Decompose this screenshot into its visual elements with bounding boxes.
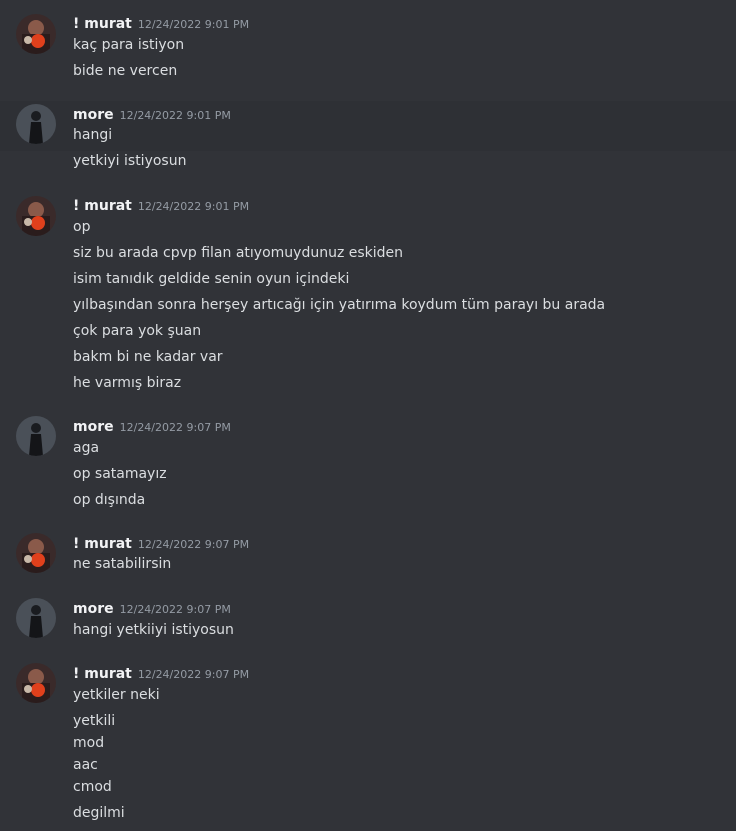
- username[interactable]: ! murat: [73, 666, 132, 682]
- message-group: ! murat 12/24/2022 9:01 PM op siz bu arad…: [0, 190, 736, 400]
- message-group: more 12/24/2022 9:01 PM hangi: [0, 101, 736, 151]
- user-avatar-red-icon[interactable]: [16, 14, 56, 54]
- username[interactable]: ! murat: [73, 16, 132, 32]
- timestamp: 12/24/2022 9:01 PM: [137, 200, 250, 213]
- timestamp: 12/24/2022 9:01 PM: [137, 18, 250, 31]
- message-text: op dışında: [73, 492, 146, 508]
- message-header: ! murat 12/24/2022 9:01 PM: [73, 14, 249, 32]
- message-text: cmod: [73, 779, 112, 795]
- timestamp: 12/24/2022 9:07 PM: [119, 603, 231, 616]
- message-header: more 12/24/2022 9:01 PM: [73, 105, 231, 123]
- message-text: bakm bi ne kadar var: [73, 349, 223, 365]
- timestamp: 12/24/2022 9:07 PM: [119, 421, 231, 434]
- username[interactable]: more: [73, 419, 114, 435]
- timestamp: 12/24/2022 9:01 PM: [119, 109, 231, 122]
- message-text: op: [73, 219, 91, 235]
- message-header: more 12/24/2022 9:07 PM: [73, 599, 231, 617]
- user-avatar-red-icon[interactable]: [16, 533, 56, 573]
- message-header: ! murat 12/24/2022 9:01 PM: [73, 196, 249, 214]
- message-text: he varmış biraz: [73, 375, 182, 391]
- username[interactable]: more: [73, 601, 114, 617]
- message-text: ne satabilirsin: [73, 556, 172, 572]
- chat-messages: ! murat 12/24/2022 9:01 PM kaç para istiy…: [0, 0, 736, 831]
- message-text: bide ne vercen: [73, 63, 178, 79]
- user-avatar-dark-figure-icon[interactable]: [16, 416, 56, 456]
- message-header: ! murat 12/24/2022 9:07 PM: [73, 664, 249, 682]
- user-avatar-dark-figure-icon[interactable]: [16, 598, 56, 638]
- message-text: yetkiyi istiyosun: [73, 153, 187, 169]
- message-text: isim tanıdık geldide senin oyun içindeki: [73, 271, 350, 287]
- message-header: ! murat 12/24/2022 9:07 PM: [73, 534, 249, 552]
- message-header: more 12/24/2022 9:07 PM: [73, 417, 231, 435]
- message-text: aga: [73, 440, 100, 456]
- timestamp: 12/24/2022 9:07 PM: [137, 538, 250, 551]
- message-text: degilmi: [73, 805, 125, 821]
- message-text: mod: [73, 735, 105, 751]
- user-avatar-red-icon[interactable]: [16, 663, 56, 703]
- message-text: hangi yetkiiyi istiyosun: [73, 622, 234, 638]
- message-text: çok para yok şuan: [73, 323, 202, 339]
- message-group: ! murat 12/24/2022 9:07 PM yetkiler neki …: [0, 657, 736, 831]
- message-text: op satamayız: [73, 466, 167, 482]
- user-avatar-dark-figure-icon[interactable]: [16, 104, 56, 144]
- username[interactable]: ! murat: [73, 198, 132, 214]
- message-text: hangi: [73, 127, 113, 143]
- username[interactable]: more: [73, 107, 114, 123]
- message-text: siz bu arada cpvp filan atıyomuydunuz es…: [73, 245, 404, 261]
- message-group: ! murat 12/24/2022 9:01 PM kaç para istiy…: [0, 6, 736, 94]
- message-group: more 12/24/2022 9:07 PM aga op satamayız …: [0, 410, 736, 510]
- username[interactable]: ! murat: [73, 536, 132, 552]
- message-text: kaç para istiyon: [73, 37, 185, 53]
- timestamp: 12/24/2022 9:07 PM: [137, 668, 250, 681]
- message-group: ! murat 12/24/2022 9:07 PM ne satabilirsi…: [0, 527, 736, 579]
- user-avatar-red-icon[interactable]: [16, 196, 56, 236]
- message-text: yılbaşından sonra herşey artıcağı için y…: [73, 297, 606, 313]
- message-text: aac: [73, 757, 98, 773]
- message-group: more 12/24/2022 9:07 PM hangi yetkiiyi is…: [0, 592, 736, 644]
- message-text: yetkiler neki: [73, 687, 160, 703]
- message-text: yetkili: [73, 713, 116, 729]
